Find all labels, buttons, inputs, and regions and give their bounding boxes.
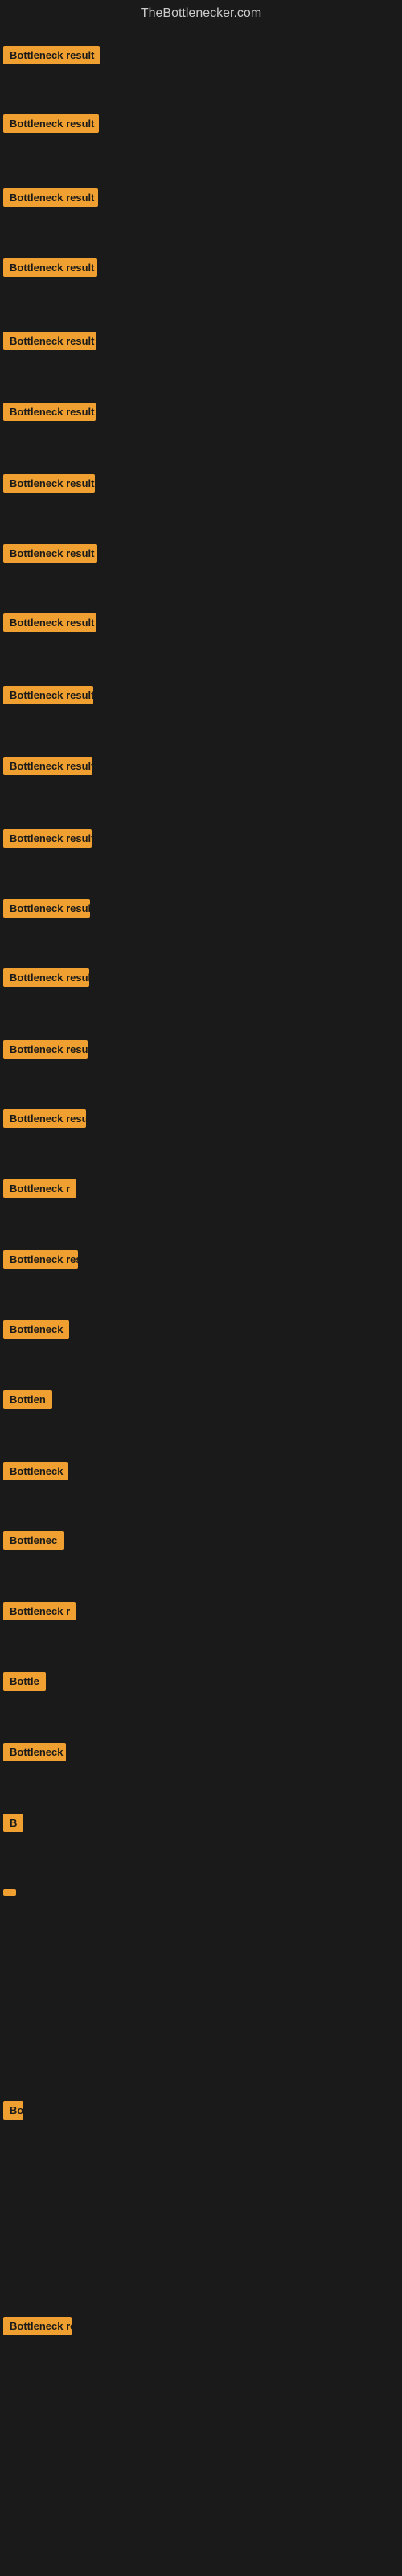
- bottleneck-badge-0: Bottleneck result: [3, 46, 100, 64]
- result-row-4: Bottleneck result: [3, 332, 96, 354]
- bottleneck-badge-12: Bottleneck result: [3, 899, 90, 918]
- result-row-1: Bottleneck result: [3, 114, 99, 137]
- result-row-27: Bo: [3, 2101, 23, 2124]
- bottleneck-badge-5: Bottleneck result: [3, 402, 96, 421]
- bottleneck-badge-28: Bottleneck re: [3, 2317, 72, 2335]
- result-row-20: Bottleneck: [3, 1462, 68, 1484]
- bottleneck-badge-8: Bottleneck result: [3, 613, 96, 632]
- bottleneck-badge-27: Bo: [3, 2101, 23, 2120]
- result-row-6: Bottleneck result: [3, 474, 95, 497]
- result-row-7: Bottleneck result: [3, 544, 97, 567]
- result-row-26: [3, 1885, 16, 1900]
- bottleneck-badge-15: Bottleneck result: [3, 1109, 86, 1128]
- result-row-0: Bottleneck result: [3, 46, 100, 68]
- result-row-18: Bottleneck: [3, 1320, 69, 1343]
- bottleneck-badge-17: Bottleneck resu: [3, 1250, 78, 1269]
- site-title: TheBottlenecker.com: [0, 0, 402, 24]
- result-row-15: Bottleneck result: [3, 1109, 86, 1132]
- result-row-17: Bottleneck resu: [3, 1250, 78, 1273]
- result-row-9: Bottleneck result: [3, 686, 93, 708]
- result-row-24: Bottleneck: [3, 1743, 66, 1765]
- bottleneck-badge-11: Bottleneck result: [3, 829, 92, 848]
- result-row-10: Bottleneck result: [3, 757, 92, 779]
- bottleneck-badge-10: Bottleneck result: [3, 757, 92, 775]
- result-row-2: Bottleneck result: [3, 188, 98, 211]
- bottleneck-badge-1: Bottleneck result: [3, 114, 99, 133]
- bottleneck-badge-7: Bottleneck result: [3, 544, 97, 563]
- bottleneck-badge-20: Bottleneck: [3, 1462, 68, 1480]
- bottleneck-badge-22: Bottleneck r: [3, 1602, 76, 1620]
- result-row-5: Bottleneck result: [3, 402, 96, 425]
- result-row-14: Bottleneck result: [3, 1040, 88, 1063]
- bottleneck-badge-19: Bottlen: [3, 1390, 52, 1409]
- bottleneck-badge-26: [3, 1889, 16, 1896]
- result-row-16: Bottleneck r: [3, 1179, 76, 1202]
- result-row-23: Bottle: [3, 1672, 46, 1695]
- site-header: TheBottlenecker.com: [0, 0, 402, 24]
- result-row-8: Bottleneck result: [3, 613, 96, 636]
- bottleneck-badge-3: Bottleneck result: [3, 258, 97, 277]
- bottleneck-badge-25: B: [3, 1814, 23, 1832]
- result-row-11: Bottleneck result: [3, 829, 92, 852]
- bottleneck-badge-21: Bottlenec: [3, 1531, 64, 1550]
- bottleneck-badge-24: Bottleneck: [3, 1743, 66, 1761]
- result-row-12: Bottleneck result: [3, 899, 90, 922]
- result-row-3: Bottleneck result: [3, 258, 97, 281]
- result-row-21: Bottlenec: [3, 1531, 64, 1554]
- bottleneck-badge-14: Bottleneck result: [3, 1040, 88, 1059]
- result-row-28: Bottleneck re: [3, 2317, 72, 2339]
- bottleneck-badge-13: Bottleneck result: [3, 968, 89, 987]
- bottleneck-badge-18: Bottleneck: [3, 1320, 69, 1339]
- bottleneck-badge-4: Bottleneck result: [3, 332, 96, 350]
- result-row-19: Bottlen: [3, 1390, 52, 1413]
- bottleneck-badge-9: Bottleneck result: [3, 686, 93, 704]
- result-row-22: Bottleneck r: [3, 1602, 76, 1624]
- bottleneck-badge-23: Bottle: [3, 1672, 46, 1690]
- result-row-13: Bottleneck result: [3, 968, 89, 991]
- result-row-25: B: [3, 1814, 23, 1836]
- bottleneck-badge-16: Bottleneck r: [3, 1179, 76, 1198]
- bottleneck-badge-2: Bottleneck result: [3, 188, 98, 207]
- bottleneck-badge-6: Bottleneck result: [3, 474, 95, 493]
